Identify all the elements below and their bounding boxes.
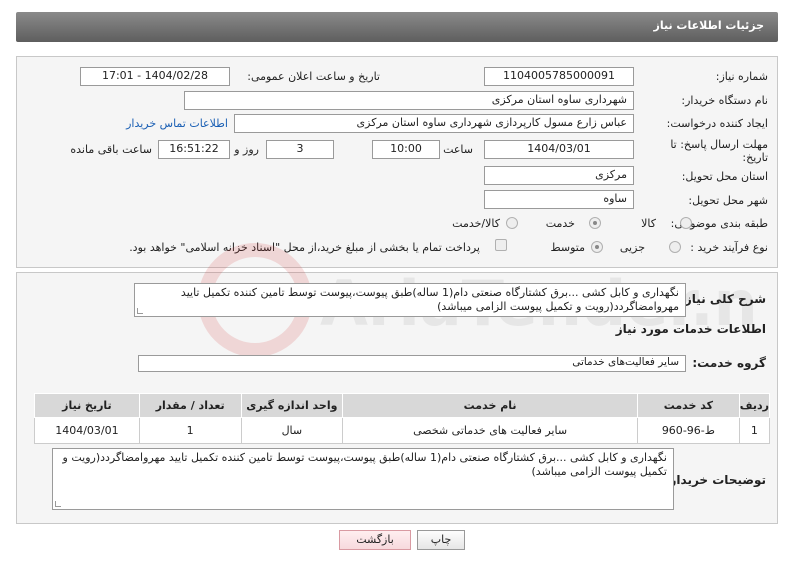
deadline-label-line1: مهلت ارسال پاسخ: تا: [670, 138, 768, 151]
deadline-days-field[interactable]: 3: [266, 140, 334, 159]
print-button[interactable]: چاپ: [417, 530, 465, 550]
resize-handle[interactable]: [137, 308, 143, 314]
buyer-contact-link[interactable]: اطلاعات تماس خریدار: [126, 117, 228, 130]
service-group-label: گروه خدمت:: [692, 356, 766, 370]
summary-label: شرح کلی نیاز:: [680, 292, 766, 306]
deadline-time-field[interactable]: 10:00: [372, 140, 440, 159]
requester-field[interactable]: عباس زارع مسول کارپردازی شهرداری ساوه اس…: [234, 114, 634, 133]
need-number-label: شماره نیاز:: [715, 70, 768, 83]
announce-datetime-label: تاریخ و ساعت اعلان عمومی:: [247, 70, 380, 83]
deadline-label-line2: تاریخ:: [742, 151, 768, 164]
summary-textarea[interactable]: نگهداری و کابل کشی ...برق کشتارگاه صنعتی…: [134, 283, 686, 317]
announce-datetime-field[interactable]: 1404/02/28 - 17:01: [80, 67, 230, 86]
remaining-time-label: ساعت باقی مانده: [70, 143, 152, 156]
table-row[interactable]: 1 ط-96-960 سایر فعالیت های خدماتی شخصی س…: [34, 417, 771, 444]
cell-row: 1: [738, 417, 771, 444]
city-field[interactable]: ساوه: [484, 190, 634, 209]
remaining-time-field[interactable]: 16:51:22: [158, 140, 230, 159]
city-label: شهر محل تحویل:: [688, 194, 768, 207]
cell-service-name: سایر فعالیت های خدماتی شخصی: [342, 417, 638, 444]
buyer-notes-label: توضیحات خریدار:: [664, 473, 766, 487]
need-number-field[interactable]: 1104005785000091: [484, 67, 634, 86]
services-table: ردیف کد خدمت نام خدمت واحد اندازه گیری ت…: [34, 393, 771, 444]
deadline-time-label: ساعت: [443, 143, 473, 156]
services-table-header: ردیف کد خدمت نام خدمت واحد اندازه گیری ت…: [34, 393, 771, 418]
buyer-org-label: نام دستگاه خریدار:: [681, 94, 768, 107]
col-service-code: کد خدمت: [637, 393, 740, 418]
page-title: جزئیات اطلاعات نیاز: [653, 19, 765, 32]
col-need-date: تاریخ نیاز: [34, 393, 140, 418]
deadline-days-label: روز و: [234, 143, 259, 156]
cell-need-date: 1404/03/01: [34, 417, 140, 444]
page-header: جزئیات اطلاعات نیاز: [16, 12, 778, 42]
back-button[interactable]: بازگشت: [339, 530, 411, 550]
services-section-title: اطلاعات خدمات مورد نیاز: [615, 322, 766, 336]
service-group-field[interactable]: سایر فعالیت‌های خدماتی: [138, 355, 686, 372]
summary-text: نگهداری و کابل کشی ...برق کشتارگاه صنعتی…: [180, 286, 679, 313]
col-row: ردیف: [738, 393, 771, 418]
province-label: استان محل تحویل:: [681, 170, 768, 183]
col-unit: واحد اندازه گیری: [240, 393, 344, 418]
buyer-notes-text: نگهداری و کابل کشی ...برق کشتارگاه صنعتی…: [62, 451, 667, 478]
col-quantity: تعداد / مقدار: [138, 393, 242, 418]
buyer-org-field[interactable]: شهرداری ساوه استان مرکزی: [184, 91, 634, 110]
deadline-date-field[interactable]: 1404/03/01: [484, 140, 634, 159]
requester-label: ایجاد کننده درخواست:: [666, 117, 768, 130]
province-field[interactable]: مرکزی: [484, 166, 634, 185]
resize-handle[interactable]: [55, 501, 61, 507]
buyer-notes-textarea[interactable]: نگهداری و کابل کشی ...برق کشتارگاه صنعتی…: [52, 448, 674, 510]
cell-service-code: ط-96-960: [637, 417, 740, 444]
cell-quantity: 1: [138, 417, 242, 444]
cell-unit: سال: [240, 417, 344, 444]
col-service-name: نام خدمت: [342, 393, 638, 418]
